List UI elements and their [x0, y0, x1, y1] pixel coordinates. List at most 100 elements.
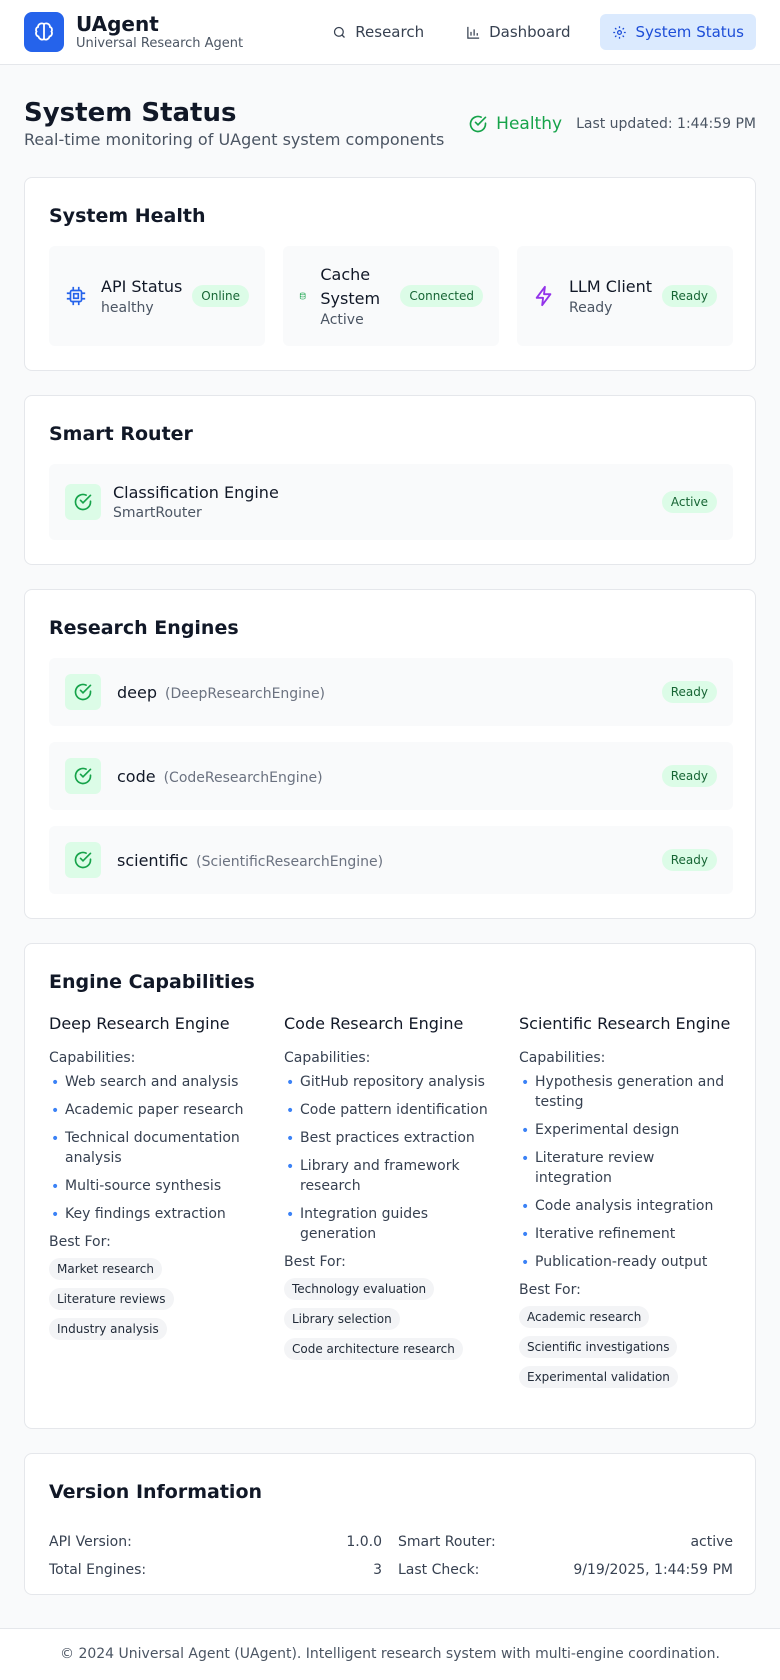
capability-column-code: Code Research Engine Capabilities: GitHu… [284, 1012, 500, 1368]
search-icon [334, 26, 346, 38]
status-badge: Active [661, 491, 717, 513]
list-item: Integration guides generation [284, 1204, 500, 1244]
health-item-name: API Status [101, 277, 183, 296]
total-engines-label: Total Engines: [49, 1562, 147, 1578]
capability-list: Web search and analysis Academic paper r… [49, 1072, 265, 1225]
engine-name: scientific [117, 850, 189, 870]
engine-row: scientific (ScientificResearchEngine) Rea… [49, 826, 733, 894]
router-name: Classification Engine [113, 483, 279, 502]
health-item-status: Ready [569, 300, 613, 316]
list-item: Code analysis integration [519, 1196, 735, 1217]
list-item: Technical documentation analysis [49, 1128, 265, 1168]
router-class: SmartRouter [113, 505, 202, 521]
list-item: GitHub repository analysis [284, 1072, 500, 1093]
capability-list: Hypothesis generation and testing Experi… [519, 1072, 735, 1273]
status-badge: Connected [400, 285, 483, 307]
bar-chart-icon [467, 26, 480, 39]
check-icon [65, 758, 101, 794]
list-item: Literature review integration [519, 1148, 735, 1188]
api-version-value: 1.0.0 [346, 1534, 382, 1550]
capability-column-scientific: Scientific Research Engine Capabilities:… [519, 1012, 735, 1396]
tag: Code architecture research [284, 1338, 463, 1360]
engine-name: code [117, 766, 156, 786]
health-item-api: API Status healthy Online [49, 246, 265, 346]
engine-class: (DeepResearchEngine) [165, 685, 326, 702]
last-check-value: 9/19/2025, 1:44:59 PM [573, 1562, 733, 1578]
tag: Academic research [519, 1306, 650, 1328]
list-item: Academic paper research [49, 1100, 265, 1121]
status-badge: Ready [661, 765, 717, 787]
system-health-card: System Health API Status healthy Online … [24, 177, 756, 371]
best-for-label: Best For: [49, 1234, 111, 1250]
tag: Industry analysis [49, 1318, 167, 1340]
capability-engine-title: Scientific Research Engine [519, 1014, 731, 1033]
capability-list: GitHub repository analysis Code pattern … [284, 1072, 500, 1244]
best-for-label: Best For: [284, 1254, 346, 1270]
nav-system-status[interactable]: System Status [600, 14, 756, 50]
capabilities-label: Capabilities: [519, 1050, 606, 1066]
check-icon [65, 842, 101, 878]
engine-capabilities-title: Engine Capabilities [49, 971, 255, 993]
nav-system-status-label: System Status [635, 23, 744, 41]
smart-router-card: Smart Router Classification Engine Smart… [24, 395, 756, 565]
capability-column-deep: Deep Research Engine Capabilities: Web s… [49, 1012, 265, 1348]
research-engines-title: Research Engines [49, 617, 239, 639]
nav-research[interactable]: Research [320, 14, 436, 50]
page-subtitle: Real-time monitoring of UAgent system co… [24, 130, 445, 149]
tag: Scientific investigations [519, 1336, 678, 1358]
list-item: Library and framework research [284, 1156, 500, 1196]
page-title: System Status [24, 98, 237, 128]
nav-dashboard-label: Dashboard [489, 23, 571, 41]
engine-class: (CodeResearchEngine) [163, 769, 323, 786]
gear-icon [613, 25, 627, 39]
list-item: Web search and analysis [49, 1072, 265, 1093]
app-name: UAgent [76, 12, 159, 36]
engine-name: deep [117, 682, 157, 702]
app-subtitle: Universal Research Agent [76, 36, 244, 51]
capability-engine-title: Deep Research Engine [49, 1014, 230, 1033]
best-for-tags: Technology evaluation Library selection … [284, 1278, 500, 1368]
list-item: Iterative refinement [519, 1224, 735, 1245]
list-item: Publication-ready output [519, 1252, 735, 1273]
last-check-label: Last Check: [398, 1562, 480, 1578]
list-item: Multi-source synthesis [49, 1176, 265, 1197]
engine-row: deep (DeepResearchEngine) Ready [49, 658, 733, 726]
check-icon [65, 484, 101, 520]
list-item: Hypothesis generation and testing [519, 1072, 735, 1112]
list-item: Code pattern identification [284, 1100, 500, 1121]
list-item: Experimental design [519, 1120, 735, 1141]
database-icon [299, 292, 306, 300]
status-badge: Ready [661, 285, 717, 307]
smart-router-value: active [690, 1534, 733, 1550]
engine-class: (ScientificResearchEngine) [196, 853, 384, 870]
capability-engine-title: Code Research Engine [284, 1014, 464, 1033]
health-item-name: LLM Client [569, 277, 653, 296]
best-for-tags: Market research Literature reviews Indus… [49, 1258, 265, 1348]
total-engines-value: 3 [373, 1562, 382, 1578]
brain-icon[interactable] [24, 12, 64, 52]
smart-router-title: Smart Router [49, 423, 193, 445]
tag: Market research [49, 1258, 162, 1280]
system-health-title: System Health [49, 205, 206, 227]
nav-dashboard[interactable]: Dashboard [454, 14, 582, 50]
api-version-label: API Version: [49, 1534, 132, 1550]
list-item: Key findings extraction [49, 1204, 265, 1225]
health-item-status: Active [320, 312, 364, 328]
health-item-llm: LLM Client Ready Ready [517, 246, 733, 346]
health-label: Healthy [496, 114, 563, 134]
list-item: Best practices extraction [284, 1128, 500, 1149]
capabilities-label: Capabilities: [49, 1050, 136, 1066]
health-indicator: Healthy Last updated: 1:44:59 PM [468, 114, 756, 134]
brand: UAgent Universal Research Agent [76, 12, 243, 52]
version-info-title: Version Information [49, 1481, 263, 1503]
router-row: Classification Engine SmartRouter Active [49, 464, 733, 540]
status-badge: Ready [661, 681, 717, 703]
engine-row: code (CodeResearchEngine) Ready [49, 742, 733, 810]
main-nav: Research Dashboard System Status [302, 14, 756, 50]
nav-research-label: Research [355, 23, 425, 41]
health-item-status: healthy [101, 300, 154, 316]
cpu-icon [66, 286, 86, 306]
health-item-name: Cache System [320, 265, 381, 308]
best-for-label: Best For: [519, 1282, 581, 1298]
footer: © 2024 Universal Agent (UAgent). Intelli… [0, 1628, 780, 1680]
